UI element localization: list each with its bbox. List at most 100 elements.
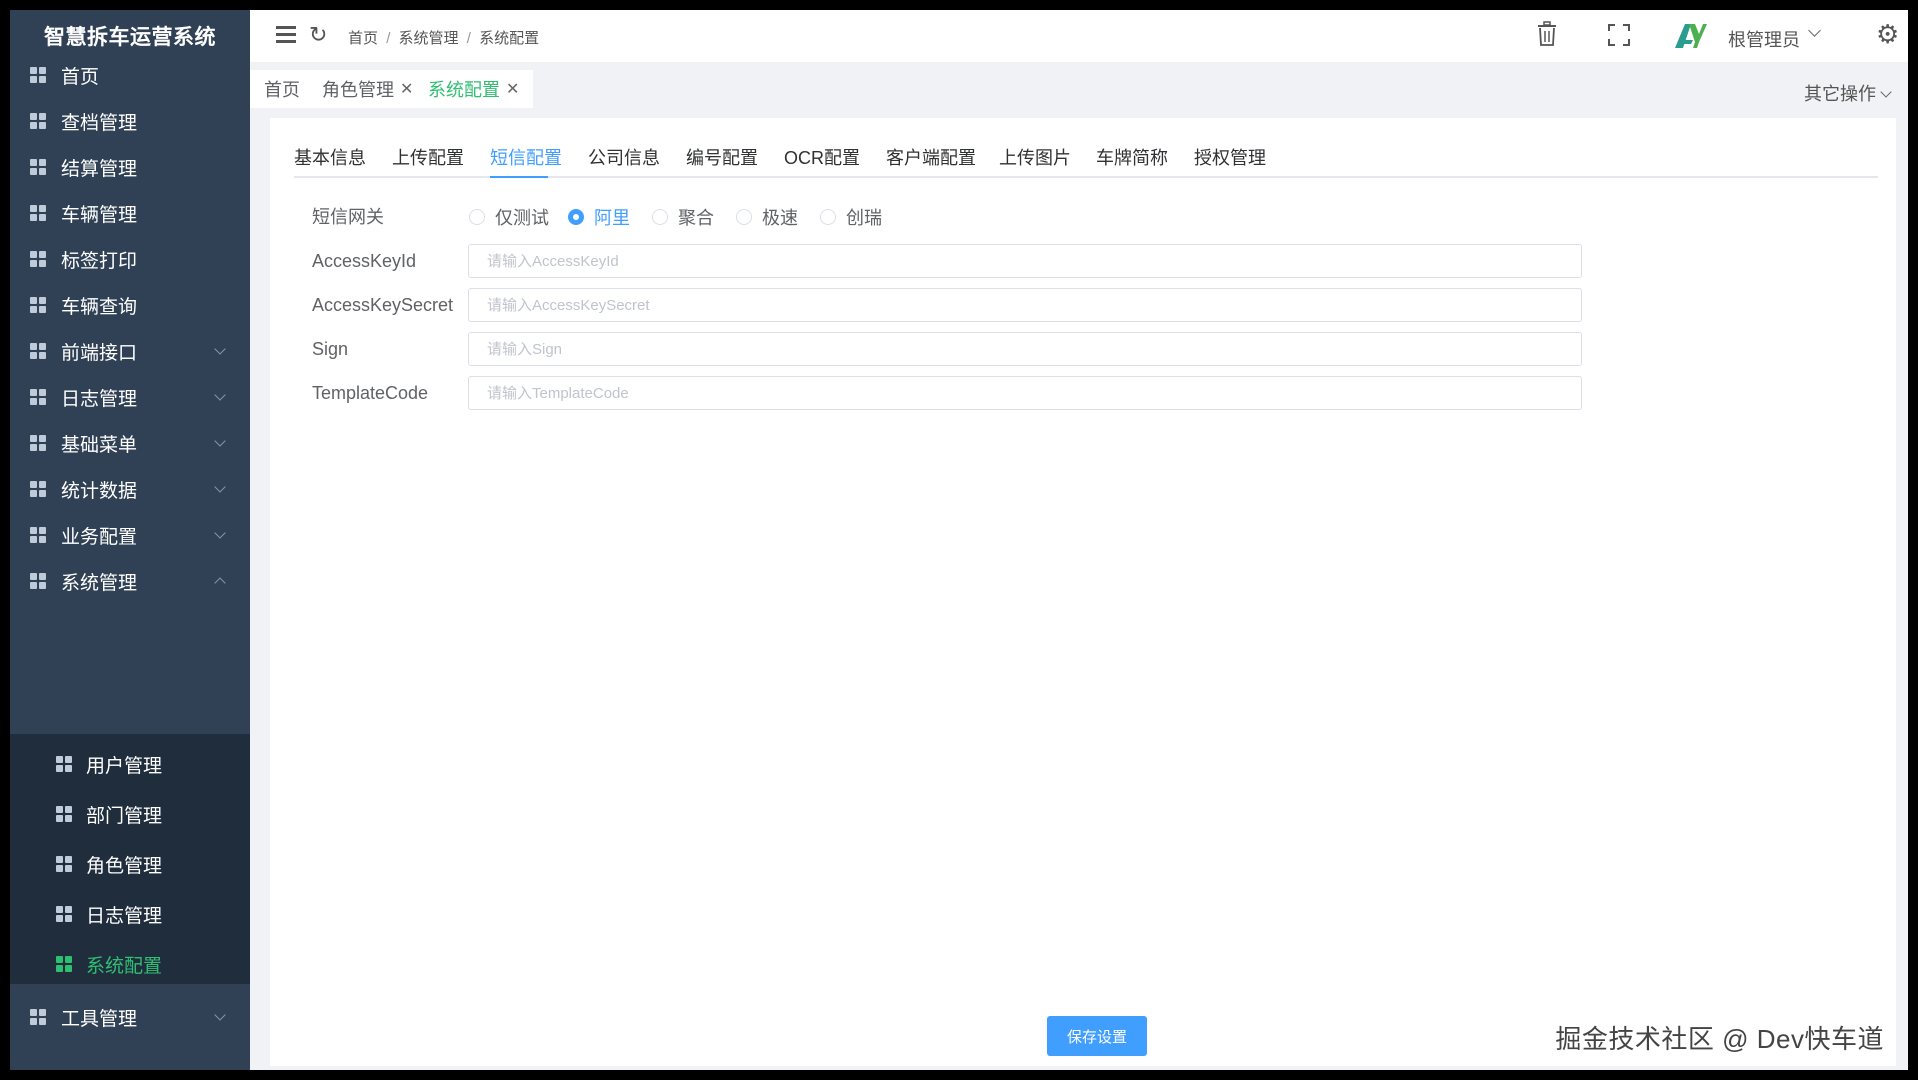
sidebar-item-label: 结算管理 (61, 158, 138, 180)
radio-juhe[interactable]: 聚合 (652, 198, 714, 236)
grid-icon (30, 389, 46, 405)
tab-company-info[interactable]: 公司信息 (588, 138, 660, 178)
chevron-down-icon (214, 1009, 226, 1021)
hamburger-icon[interactable] (276, 25, 296, 43)
username[interactable]: 根管理员 (1728, 26, 1800, 52)
chevron-up-icon (214, 577, 226, 589)
grid-icon (30, 205, 46, 221)
grid-icon (56, 906, 72, 922)
other-operations-dropdown[interactable]: 其它操作 (1804, 80, 1892, 106)
radio-circle-icon (469, 209, 485, 225)
chevron-down-icon (214, 389, 226, 401)
watermark: 掘金技术社区 @ Dev快车道 (1555, 1024, 1884, 1054)
sidebar-item-business-config[interactable]: 业务配置 (10, 510, 250, 560)
grid-icon (30, 573, 46, 589)
tag-label: 首页 (264, 80, 300, 100)
top-navbar: ↻ 首页 / 系统管理 / 系统配置 根管理员 ⚙ (250, 10, 1908, 62)
grid-icon (30, 435, 46, 451)
sidebar-item-label: 标签打印 (61, 250, 138, 272)
tab-upload-image[interactable]: 上传图片 (999, 138, 1071, 178)
grid-icon (56, 956, 72, 972)
tab-sms-config[interactable]: 短信配置 (490, 138, 562, 178)
grid-icon (30, 527, 46, 543)
radio-label: 仅测试 (495, 208, 549, 228)
sidebar-subitem-roles[interactable]: 角色管理 (10, 839, 250, 889)
breadcrumb-item[interactable]: 首页 (348, 30, 378, 47)
grid-icon (56, 756, 72, 772)
tag-roles[interactable]: 角色管理 ✕ (308, 70, 428, 108)
tab-number-config[interactable]: 编号配置 (686, 138, 758, 178)
config-tabs: 基本信息 上传配置 短信配置 公司信息 编号配置 OCR配置 客户端配置 上传图… (294, 138, 1878, 178)
breadcrumb-item[interactable]: 系统管理 (399, 30, 459, 47)
logo-icon (1675, 24, 1707, 48)
chevron-down-icon (214, 481, 226, 493)
avatar[interactable] (1673, 22, 1709, 52)
grid-icon (30, 481, 46, 497)
radio-label: 阿里 (594, 208, 630, 228)
close-icon[interactable]: ✕ (400, 79, 413, 99)
grid-icon (56, 856, 72, 872)
fullscreen-icon[interactable] (1608, 24, 1630, 46)
radio-aliyun[interactable]: 阿里 (568, 198, 630, 236)
grid-icon (30, 159, 46, 175)
tag-label: 系统配置 (428, 80, 500, 100)
sidebar-item-vehicles[interactable]: 车辆管理 (10, 188, 250, 238)
grid-icon (30, 297, 46, 313)
sidebar-item-logs[interactable]: 日志管理 (10, 372, 250, 422)
template-code-input[interactable] (468, 376, 1582, 410)
sidebar-item-label: 日志管理 (61, 388, 138, 410)
tab-license-management[interactable]: 授权管理 (1194, 138, 1266, 178)
sidebar-item-home[interactable]: 首页 (10, 50, 250, 100)
radio-chuangrui[interactable]: 创瑞 (820, 198, 882, 236)
sidebar-item-label: 查档管理 (61, 112, 138, 134)
sidebar-item-frontend-api[interactable]: 前端接口 (10, 326, 250, 376)
save-settings-button[interactable]: 保存设置 (1047, 1016, 1147, 1056)
trash-icon[interactable] (1536, 21, 1558, 47)
sidebar-item-label: 角色管理 (86, 855, 163, 877)
sign-row: Sign (312, 330, 1612, 368)
chevron-down-icon[interactable] (1808, 24, 1821, 37)
gear-icon[interactable]: ⚙ (1876, 20, 1904, 48)
tag-system-config[interactable]: 系统配置 ✕ (414, 70, 534, 108)
sidebar-subitem-logs[interactable]: 日志管理 (10, 889, 250, 939)
sidebar-item-label: 工具管理 (61, 1008, 138, 1030)
sidebar-item-vehicle-query[interactable]: 车辆查询 (10, 280, 250, 330)
access-key-id-input[interactable] (468, 244, 1582, 278)
sidebar-item-archive[interactable]: 查档管理 (10, 96, 250, 146)
radio-test-only[interactable]: 仅测试 (469, 198, 549, 236)
tab-upload-config[interactable]: 上传配置 (392, 138, 464, 178)
sidebar-subitem-users[interactable]: 用户管理 (10, 739, 250, 789)
sidebar-item-tools[interactable]: 工具管理 (10, 992, 250, 1042)
tab-plate-abbr[interactable]: 车牌简称 (1096, 138, 1168, 178)
sidebar-item-statistics[interactable]: 统计数据 (10, 464, 250, 514)
radio-circle-icon (820, 209, 836, 225)
sidebar-item-system[interactable]: 系统管理 (10, 556, 250, 606)
radio-jisu[interactable]: 极速 (736, 198, 798, 236)
refresh-icon[interactable]: ↻ (309, 22, 327, 48)
sms-gateway-row: 短信网关 仅测试 阿里 聚合 极速 创瑞 (312, 198, 1612, 236)
sidebar-item-label: 车辆查询 (61, 296, 138, 318)
chevron-down-icon (214, 435, 226, 447)
sidebar-subitem-system-config[interactable]: 系统配置 (10, 939, 250, 989)
access-key-secret-input[interactable] (468, 288, 1582, 322)
sidebar: 智慧拆车运营系统 首页 查档管理 结算管理 车辆管理 标签打印 车辆查询 前端接… (10, 10, 250, 1070)
access-key-secret-row: AccessKeySecret (312, 286, 1612, 324)
tab-basic-info[interactable]: 基本信息 (294, 138, 366, 178)
breadcrumb-separator: / (466, 30, 471, 47)
form-label: AccessKeySecret (312, 295, 454, 315)
radio-label: 极速 (762, 208, 798, 228)
tab-client-config[interactable]: 客户端配置 (886, 138, 976, 178)
tag-home[interactable]: 首页 (250, 70, 314, 108)
sidebar-item-base-menu[interactable]: 基础菜单 (10, 418, 250, 468)
radio-circle-icon (652, 209, 668, 225)
sign-input[interactable] (468, 332, 1582, 366)
sidebar-item-settlement[interactable]: 结算管理 (10, 142, 250, 192)
breadcrumb-separator: / (386, 30, 391, 47)
sidebar-subitem-departments[interactable]: 部门管理 (10, 789, 250, 839)
close-icon[interactable]: ✕ (506, 79, 519, 99)
sidebar-item-label: 前端接口 (61, 342, 138, 364)
sidebar-item-label-print[interactable]: 标签打印 (10, 234, 250, 284)
access-key-id-row: AccessKeyId (312, 242, 1612, 280)
tab-ocr-config[interactable]: OCR配置 (784, 138, 860, 178)
sidebar-item-label: 统计数据 (61, 480, 138, 502)
